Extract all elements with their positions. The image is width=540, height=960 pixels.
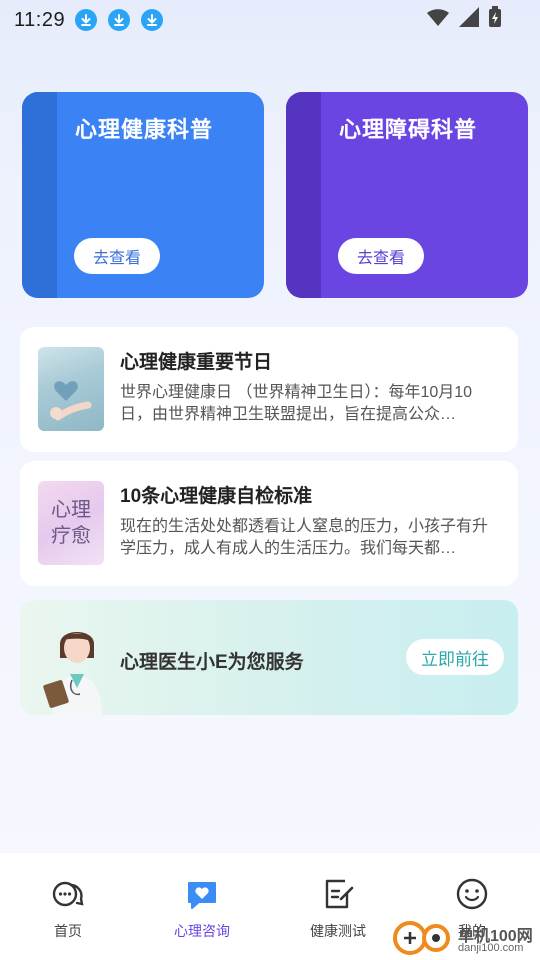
download-icon [108, 9, 131, 31]
chat-bubbles-icon [51, 877, 85, 911]
article-thumbnail: 心理 疗愈 [38, 481, 104, 565]
status-bar: 11:29 [0, 0, 540, 40]
doctor-avatar [42, 618, 112, 715]
card-mental-disorder-science[interactable]: 心理障碍科普 去查看 [286, 92, 528, 298]
wifi-icon [426, 7, 450, 32]
card-mental-health-science[interactable]: 心理健康科普 去查看 [22, 92, 264, 298]
tab-label: 首页 [54, 923, 82, 939]
thumbnail-text: 心理 疗愈 [51, 499, 91, 547]
article-summary: 现在的生活处处都透看让人窒息的压力，小孩子有升学压力，成人有成人的生活压力。我们… [120, 518, 489, 557]
signal-icon [458, 6, 480, 33]
article-item[interactable]: 心理 疗愈 10条心理健康自检标准 现在的生活处处都透看让人窒息的压力，小孩子有… [20, 461, 518, 586]
tab-label: 心理咨询 [174, 923, 230, 939]
article-thumbnail [38, 347, 104, 431]
tab-consult[interactable]: 心理咨询 [152, 877, 252, 947]
card-stripe [286, 92, 321, 298]
battery-charging-icon [488, 6, 502, 33]
card-title: 心理健康科普 [75, 117, 214, 142]
tab-label: 健康测试 [310, 923, 366, 939]
doctor-banner-text: 心理医生小E为您服务 [120, 652, 304, 673]
view-button[interactable]: 去查看 [338, 238, 424, 274]
view-button[interactable]: 去查看 [74, 238, 160, 274]
doctor-service-banner[interactable]: 心理医生小E为您服务 立即前往 [20, 600, 518, 715]
download-icon [75, 9, 98, 31]
smile-face-icon [455, 877, 489, 911]
heart-chat-icon [185, 877, 219, 911]
watermark-logo-icon [393, 921, 450, 955]
tab-health-test[interactable]: 健康测试 [288, 877, 388, 947]
article-title: 10条心理健康自检标准 [120, 486, 313, 507]
status-time: 11:29 [14, 8, 66, 31]
article-item[interactable]: 心理健康重要节日 世界心理健康日 （世界精神卫生日）：每年10月10日，由世界精… [20, 327, 518, 452]
card-title: 心理障碍科普 [339, 117, 478, 142]
article-title: 心理健康重要节日 [120, 352, 273, 373]
article-summary: 世界心理健康日 （世界精神卫生日）：每年10月10日，由世界精神卫生联盟提出，旨… [120, 384, 473, 423]
system-indicators [426, 6, 502, 33]
tab-home[interactable]: 首页 [18, 877, 118, 947]
card-stripe [22, 92, 57, 298]
site-watermark: 单机100网 danji100.com [390, 916, 540, 960]
watermark-url: danji100.com [458, 942, 524, 954]
download-icon [141, 9, 164, 31]
go-now-button[interactable]: 立即前往 [406, 639, 504, 675]
edit-document-icon [321, 877, 355, 911]
